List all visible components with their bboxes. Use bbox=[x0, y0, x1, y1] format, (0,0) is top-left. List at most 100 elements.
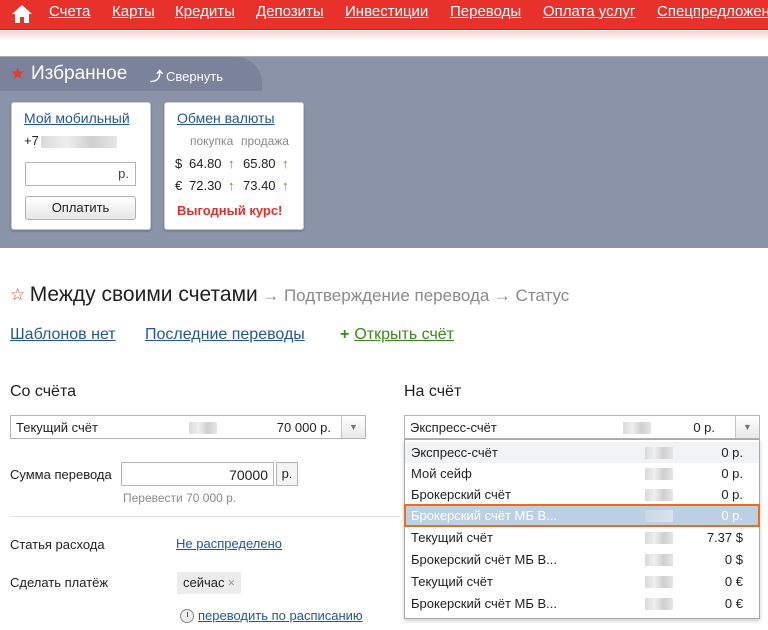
account-number-redacted bbox=[645, 510, 673, 522]
star-outline-icon[interactable]: ☆ bbox=[10, 285, 25, 304]
account-number-redacted bbox=[645, 489, 673, 501]
collapse-link[interactable]: ⤴ Свернуть bbox=[150, 66, 223, 85]
collapse-icon: ⤴ bbox=[150, 69, 164, 84]
divider bbox=[10, 516, 400, 517]
arrow-up-icon: ↑ bbox=[282, 178, 289, 193]
transfer-sum-value: 70000 bbox=[229, 467, 268, 483]
transfer-currency: р. bbox=[276, 462, 298, 486]
from-account-heading: Со счёта bbox=[10, 383, 76, 400]
page-heading: ☆ Между своими счетами → Подтверждение п… bbox=[10, 283, 569, 307]
account-number-redacted bbox=[645, 554, 673, 566]
nav-payments[interactable]: Оплата услуг bbox=[543, 3, 635, 20]
arrow-up-icon: ↑ bbox=[228, 178, 235, 193]
transfer-sum-label: Сумма перевода bbox=[10, 467, 112, 482]
favorites-panel: ★ Избранное ⤴ Свернуть Мой мобильный +7 р… bbox=[0, 56, 768, 248]
to-account-balance: 0 р. bbox=[693, 420, 715, 435]
fx-sell-value: 73.40 bbox=[243, 178, 276, 193]
fx-buy-value: 64.80 bbox=[189, 156, 222, 171]
dropdown-item-name: Брокерский счёт МБ В... bbox=[411, 552, 558, 567]
plus-icon: + bbox=[340, 326, 350, 343]
chevron-down-icon[interactable]: ▼ bbox=[341, 416, 365, 438]
step-status: → Статус bbox=[493, 286, 570, 305]
payment-now-label: сейчас bbox=[183, 575, 225, 590]
recent-transfers-link[interactable]: Последние переводы bbox=[145, 326, 305, 344]
fx-widget: Обмен валюты покупка продажа $ 64.80 ↑ 6… bbox=[164, 102, 304, 230]
payment-now-tag[interactable]: сейчас × bbox=[177, 572, 242, 594]
collapse-label: Свернуть bbox=[166, 69, 224, 84]
transfer-sum-input[interactable]: 70000 bbox=[121, 462, 274, 486]
mobile-currency: р. bbox=[118, 166, 129, 181]
dropdown-item[interactable]: Мой сейф 0 р. bbox=[405, 463, 759, 484]
fx-symbol: € bbox=[175, 178, 183, 193]
fx-widget-title[interactable]: Обмен валюты bbox=[177, 110, 275, 126]
nav-investments[interactable]: Инвестиции bbox=[345, 3, 428, 20]
dropdown-item-name: Мой сейф bbox=[411, 466, 472, 481]
favorites-title: Избранное bbox=[31, 63, 128, 84]
mobile-widget-title[interactable]: Мой мобильный bbox=[24, 110, 130, 126]
nav-shadow bbox=[0, 31, 768, 41]
dropdown-item-balance: 0 р. bbox=[721, 466, 743, 481]
account-number-redacted bbox=[645, 576, 673, 588]
transfer-hint[interactable]: Перевести 70 000 р. bbox=[123, 491, 236, 505]
dropdown-item-balance: 0 р. bbox=[721, 508, 743, 523]
dropdown-item-balance: 0 р. bbox=[721, 445, 743, 460]
phone-prefix: +7 bbox=[24, 133, 39, 148]
dropdown-item-name: Брокерский счёт МБ В... bbox=[411, 508, 558, 523]
to-account-heading: На счёт bbox=[404, 383, 462, 400]
clock-icon bbox=[180, 609, 194, 623]
phone-redacted bbox=[40, 135, 117, 148]
open-account-link[interactable]: + Открыть счёт bbox=[340, 326, 454, 344]
fx-sell-header: продажа bbox=[241, 134, 289, 148]
account-number-redacted bbox=[645, 468, 673, 480]
chevron-down-icon[interactable]: ▼ bbox=[735, 416, 759, 438]
account-number-redacted bbox=[645, 532, 673, 544]
dropdown-item[interactable]: Экспресс-счёт 0 р. bbox=[405, 442, 759, 463]
arrow-up-icon: ↑ bbox=[282, 156, 289, 171]
fx-symbol: $ bbox=[175, 156, 183, 171]
top-nav: Счета Карты Кредиты Депозиты Инвестиции … bbox=[0, 0, 768, 30]
star-icon: ★ bbox=[10, 64, 26, 83]
step-confirmation: → Подтверждение перевода bbox=[262, 286, 490, 305]
nav-special-offers[interactable]: Спецпредложения bbox=[657, 3, 768, 20]
nav-cards[interactable]: Карты bbox=[112, 3, 155, 20]
mobile-amount-input[interactable]: р. bbox=[25, 162, 136, 186]
dropdown-item-name: Экспресс-счёт bbox=[411, 445, 498, 460]
dropdown-item-balance: 7.37 $ bbox=[706, 530, 743, 545]
expense-category-link[interactable]: Не распределено bbox=[176, 536, 282, 551]
mobile-widget: Мой мобильный +7 р. Оплатить bbox=[11, 102, 151, 230]
make-payment-label: Сделать платёж bbox=[10, 575, 109, 590]
dropdown-item-highlighted[interactable]: Брокерский счёт МБ В... 0 р. bbox=[404, 504, 760, 527]
dropdown-item[interactable]: Текущий счёт 0 € bbox=[405, 571, 759, 592]
schedule-link[interactable]: переводить по расписанию bbox=[198, 608, 363, 623]
account-number-redacted bbox=[189, 422, 217, 434]
home-icon[interactable] bbox=[10, 2, 34, 26]
account-number-redacted bbox=[623, 422, 651, 434]
dropdown-item[interactable]: Текущий счёт 7.37 $ bbox=[405, 527, 759, 548]
pay-button[interactable]: Оплатить bbox=[25, 196, 136, 220]
page-title: Между своими счетами bbox=[29, 283, 258, 306]
nav-credits[interactable]: Кредиты bbox=[175, 3, 235, 20]
fx-buy-header: покупка bbox=[190, 134, 234, 148]
to-account-select[interactable]: Экспресс-счёт 0 р. ▼ bbox=[404, 415, 760, 439]
dropdown-item[interactable]: Брокерский счёт МБ В... 0 $ bbox=[405, 549, 759, 570]
dropdown-item[interactable]: Брокерский счёт 0 р. bbox=[405, 484, 759, 505]
dropdown-item[interactable]: Брокерский счёт МБ В... 0 € bbox=[405, 593, 759, 614]
dropdown-item-balance: 0 р. bbox=[721, 487, 743, 502]
nav-deposits[interactable]: Депозиты bbox=[256, 3, 324, 20]
to-account-dropdown: Экспресс-счёт 0 р. Мой сейф 0 р. Брокерс… bbox=[404, 439, 760, 619]
from-account-name: Текущий счёт bbox=[16, 420, 98, 435]
from-account-select[interactable]: Текущий счёт 70 000 р. ▼ bbox=[10, 415, 366, 439]
dropdown-item-name: Брокерский счёт bbox=[411, 487, 511, 502]
dropdown-item-balance: 0 € bbox=[724, 574, 743, 589]
dropdown-item-balance: 0 $ bbox=[724, 552, 743, 567]
nav-accounts[interactable]: Счета bbox=[49, 3, 90, 20]
close-icon[interactable]: × bbox=[228, 575, 236, 590]
arrow-up-icon: ↑ bbox=[228, 156, 235, 171]
open-account-label: Открыть счёт bbox=[354, 326, 455, 343]
templates-link[interactable]: Шаблонов нет bbox=[10, 326, 116, 344]
nav-transfers[interactable]: Переводы bbox=[450, 3, 521, 20]
dropdown-item-name: Текущий счёт bbox=[411, 530, 493, 545]
account-number-redacted bbox=[645, 447, 673, 459]
to-account-name: Экспресс-счёт bbox=[410, 420, 497, 435]
fx-best-rate: Выгодный курс! bbox=[177, 203, 283, 218]
